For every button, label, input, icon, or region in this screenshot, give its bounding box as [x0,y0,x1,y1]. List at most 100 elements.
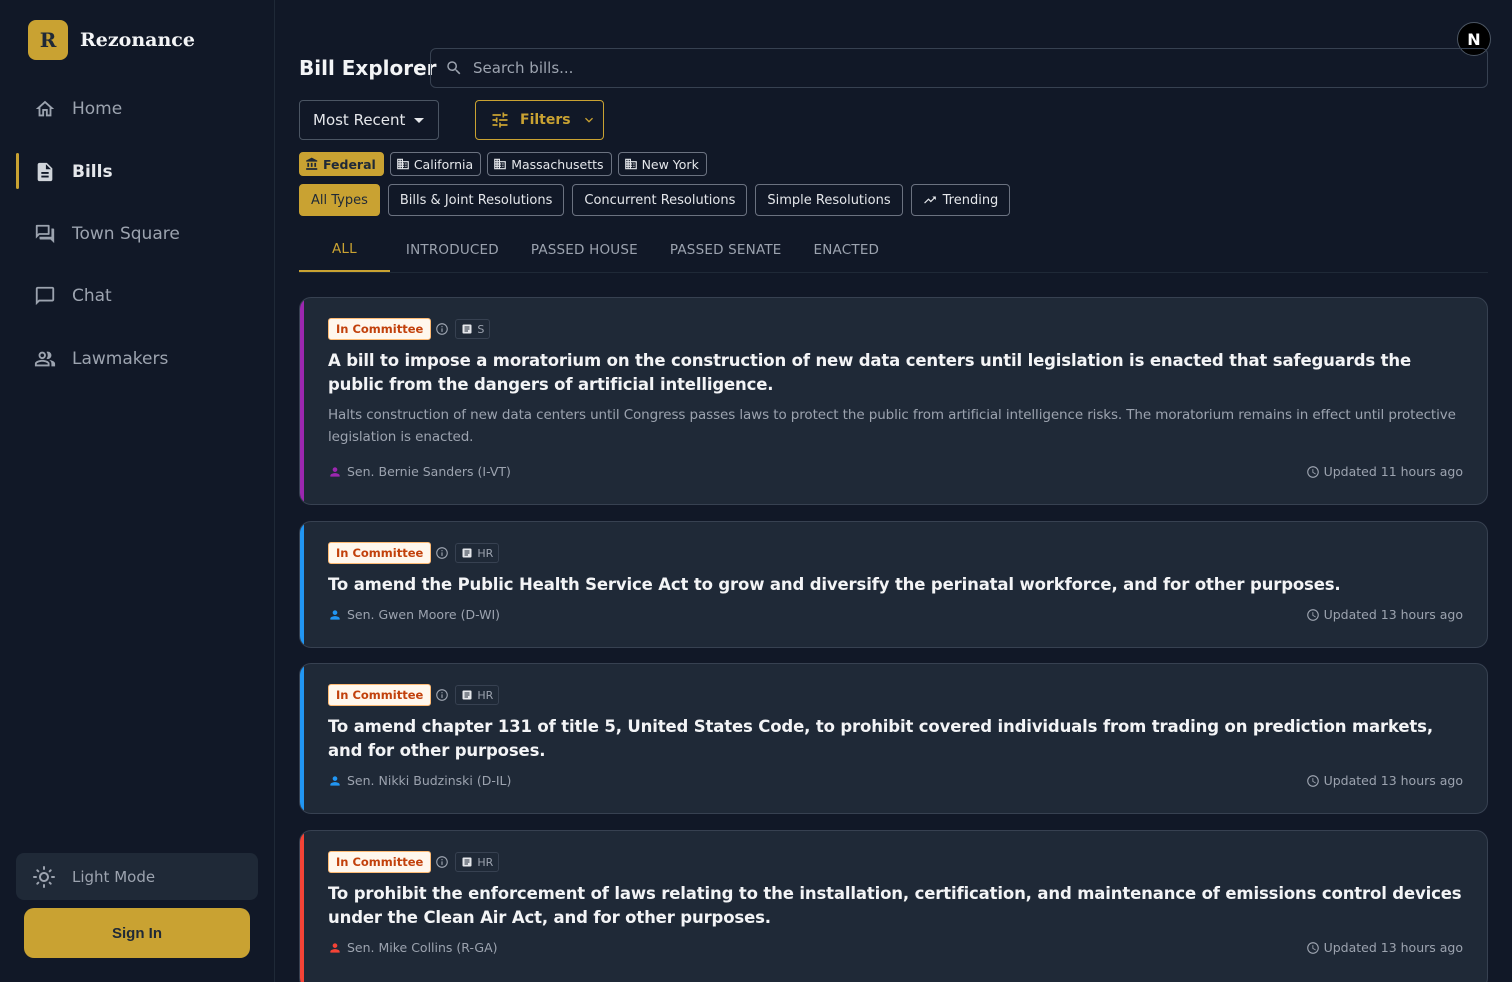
bill-type-filters: All Types Bills & Joint Resolutions Conc… [299,184,1011,216]
updated-label: Updated 13 hours ago [1323,607,1463,622]
sort-select[interactable]: Most Recent [299,100,439,140]
type-chip-concurrent[interactable]: Concurrent Resolutions [572,184,748,216]
updated-time: Updated 13 hours ago [1306,773,1463,788]
tab-introduced[interactable]: INTRODUCED [390,228,515,272]
party-color-bar [300,831,304,982]
chip-label: New York [641,156,699,172]
bill-summary: Halts construction of new data centers u… [328,407,1456,445]
jurisdiction-chip-federal[interactable]: Federal [299,152,384,176]
caret-down-icon [414,118,424,123]
chat-icon [35,286,55,306]
status-badge: In Committee [328,851,432,873]
chevron-down-icon [584,117,593,123]
sidebar-item-label: Bills [72,162,113,182]
chamber-label: S [477,322,485,336]
person-icon [330,466,340,477]
building-icon [624,158,637,170]
sidebar-item-label: Town Square [72,224,180,244]
sidebar-item-town-square[interactable]: Town Square [0,212,274,256]
chip-label: Trending [942,192,999,208]
search-bar[interactable] [430,48,1488,88]
trending-up-icon [923,196,936,204]
party-color-bar [300,522,304,647]
filters-label: Filters [520,112,571,128]
sign-in-button[interactable]: Sign In [24,908,250,958]
clock-icon [1306,608,1319,621]
chamber-label: HR [477,688,494,702]
info-icon[interactable] [435,546,449,560]
updated-label: Updated 13 hours ago [1323,940,1463,955]
chamber-badge: HR [455,543,500,563]
type-chip-trending[interactable]: Trending [910,184,1011,216]
sun-icon [33,865,55,888]
party-color-bar [300,298,304,504]
sidebar-item-lawmakers[interactable]: Lawmakers [0,337,274,381]
type-chip-simple[interactable]: Simple Resolutions [755,184,903,216]
bank-icon [306,157,318,170]
updated-time: Updated 13 hours ago [1306,940,1463,955]
clock-icon [1306,465,1319,478]
sidebar-item-bills[interactable]: Bills [0,150,274,194]
chamber-badge: HR [455,852,500,872]
sponsor[interactable]: Sen. Nikki Budzinski (D-IL) [328,773,511,788]
bill-title: A bill to impose a moratorium on the con… [328,351,1412,394]
sponsor[interactable]: Sen. Mike Collins (R-GA) [328,940,498,955]
bill-card[interactable]: In Committee HR To prohibit the enforcem… [299,830,1488,982]
jurisdiction-filters: Federal California Massachusetts New Yor… [299,152,707,176]
tab-passed-senate[interactable]: PASSED SENATE [654,228,798,272]
bill-title: To prohibit the enforcement of laws rela… [328,884,1462,927]
chip-label: Federal [323,156,376,172]
sponsor-name: Sen. Mike Collins (R-GA) [347,940,498,955]
bill-title: To amend chapter 131 of title 5, United … [328,717,1433,760]
people-icon [34,351,56,367]
type-chip-bills-joint[interactable]: Bills & Joint Resolutions [387,184,565,216]
search-icon [447,61,461,75]
chamber-badge: S [455,319,491,339]
updated-time: Updated 11 hours ago [1306,464,1463,479]
sidebar-item-home[interactable]: Home [0,87,274,131]
tab-all[interactable]: ALL [299,228,390,272]
updated-label: Updated 13 hours ago [1323,773,1463,788]
updated-time: Updated 13 hours ago [1306,607,1463,622]
type-chip-all[interactable]: All Types [299,184,380,216]
sidebar: R Rezonance Home Bills Town Square Chat … [0,0,275,982]
info-icon[interactable] [435,855,449,869]
filters-button[interactable]: Filters [475,100,604,140]
sponsor[interactable]: Sen. Bernie Sanders (I-VT) [328,464,511,479]
status-tabs: ALL INTRODUCED PASSED HOUSE PASSED SENAT… [299,228,1488,273]
building-icon [396,158,409,170]
party-color-bar [300,664,304,813]
jurisdiction-chip-massachusetts[interactable]: Massachusetts [487,152,612,176]
search-input[interactable] [473,59,1373,77]
logo-mark: R [28,20,68,60]
bill-card[interactable]: In Committee HR To amend the Public Heal… [299,521,1488,648]
document-icon [37,162,53,182]
home-icon [35,100,55,117]
person-icon [330,775,340,786]
bill-card[interactable]: In Committee S A bill to impose a morato… [299,297,1488,505]
person-icon [330,942,340,953]
tab-passed-house[interactable]: PASSED HOUSE [515,228,654,272]
bill-title: To amend the Public Health Service Act t… [328,575,1341,594]
sponsor-name: Sen. Gwen Moore (D-WI) [347,607,501,622]
info-icon[interactable] [435,688,449,702]
chamber-label: HR [477,546,494,560]
clock-icon [1306,774,1319,787]
chip-label: Massachusetts [511,156,604,172]
sidebar-item-chat[interactable]: Chat [0,274,274,318]
sponsor-name: Sen. Nikki Budzinski (D-IL) [347,773,512,788]
sponsor[interactable]: Sen. Gwen Moore (D-WI) [328,607,500,622]
info-icon[interactable] [435,322,449,336]
bill-card[interactable]: In Committee HR To amend chapter 131 of … [299,663,1488,814]
jurisdiction-chip-new-york[interactable]: New York [617,152,707,176]
article-icon [462,690,472,700]
app-logo[interactable]: R Rezonance [28,20,195,60]
chamber-label: HR [477,855,494,869]
person-icon [330,609,340,620]
jurisdiction-chip-california[interactable]: California [389,152,482,176]
app-name: Rezonance [80,29,195,51]
sidebar-item-label: Chat [72,286,112,306]
light-mode-toggle[interactable]: Light Mode [16,853,258,900]
sidebar-item-label: Lawmakers [72,349,169,369]
tab-enacted[interactable]: ENACTED [798,228,896,272]
